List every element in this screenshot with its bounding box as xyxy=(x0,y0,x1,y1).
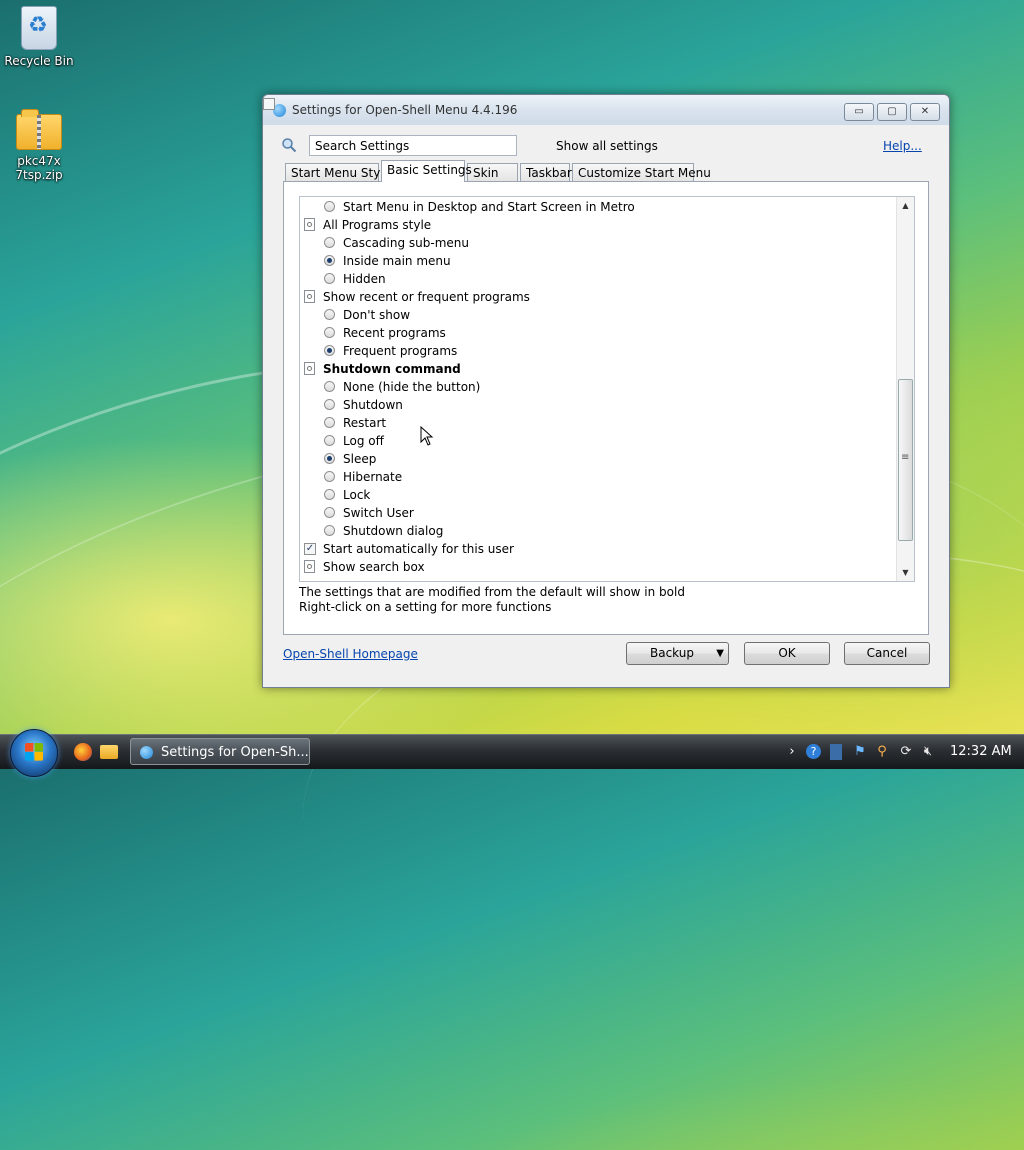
desktop-icon-zip-file[interactable]: pkc47x 7tsp.zip xyxy=(0,109,78,182)
taskbar-clock: 12:32 AM xyxy=(950,744,1012,759)
setting-label: Lock xyxy=(343,488,371,502)
desktop-icon-label: Recycle Bin xyxy=(4,54,74,68)
dropdown-caret-icon: ▼ xyxy=(716,648,724,659)
radio-button[interactable] xyxy=(324,255,335,266)
firefox-icon[interactable] xyxy=(74,743,92,761)
search-icon[interactable]: ⚲ xyxy=(874,744,890,760)
setting-label: Shutdown dialog xyxy=(343,524,444,538)
radio-button[interactable] xyxy=(324,327,335,338)
title-bar[interactable]: Settings for Open-Shell Menu 4.4.196 ▭ ▢… xyxy=(263,95,949,125)
info-text: The settings that are modified from the … xyxy=(299,585,685,615)
taskbar-item-label: Settings for Open-Sh... xyxy=(161,745,309,760)
radio-button[interactable] xyxy=(324,417,335,428)
settings-category-icon xyxy=(304,218,315,231)
scroll-up-arrow-icon[interactable]: ▲ xyxy=(897,197,914,214)
radio-button[interactable] xyxy=(324,525,335,536)
radio-button[interactable] xyxy=(324,489,335,500)
radio-button[interactable] xyxy=(324,309,335,320)
setting-label: Restart xyxy=(343,416,387,430)
mouse-cursor-icon xyxy=(420,426,434,446)
setting-label: None (hide the button) xyxy=(343,380,481,394)
basic-settings-panel: Start Menu in Desktop and Start Screen i… xyxy=(283,181,929,635)
refresh-icon[interactable]: ⟳ xyxy=(898,744,914,760)
info-line-2: Right-click on a setting for more functi… xyxy=(299,600,552,614)
setting-label: Start automatically for this user xyxy=(323,542,514,556)
backup-button-label: Backup xyxy=(650,646,694,660)
taskbar: Settings for Open-Sh... › ? ⚑ ⚲ ⟳ 🔇︎ 12:… xyxy=(0,729,1024,777)
chevron-right-icon[interactable]: › xyxy=(784,744,800,760)
volume-muted-icon[interactable]: 🔇︎ xyxy=(920,744,936,760)
scroll-thumb[interactable] xyxy=(898,379,913,541)
setting-label: Shutdown command xyxy=(323,362,461,376)
setting-label: Show search box xyxy=(323,560,425,574)
network-icon[interactable] xyxy=(830,744,842,760)
start-button[interactable] xyxy=(10,729,58,777)
show-all-settings-checkbox[interactable] xyxy=(263,98,275,110)
settings-list: Start Menu in Desktop and Start Screen i… xyxy=(299,196,915,582)
radio-button[interactable] xyxy=(324,273,335,284)
radio-button[interactable] xyxy=(324,237,335,248)
setting-label: Inside main menu xyxy=(343,254,451,268)
setting-label: Start Menu in Desktop and Start Screen i… xyxy=(343,200,635,214)
scroll-down-arrow-icon[interactable]: ▼ xyxy=(897,564,914,581)
taskbar-item-settings[interactable]: Settings for Open-Sh... xyxy=(130,738,310,765)
folder-icon[interactable] xyxy=(100,745,118,759)
setting-label: Don't show xyxy=(343,308,411,322)
settings-window: Settings for Open-Shell Menu 4.4.196 ▭ ▢… xyxy=(262,94,950,688)
setting-label: Cascading sub-menu xyxy=(343,236,470,250)
setting-label: Show recent or frequent programs xyxy=(323,290,530,304)
settings-category-icon xyxy=(304,290,315,303)
setting-label: Hidden xyxy=(343,272,386,286)
radio-button[interactable] xyxy=(324,507,335,518)
ok-button[interactable]: OK xyxy=(744,642,830,665)
show-all-settings-label: Show all settings xyxy=(556,139,658,153)
settings-category-icon xyxy=(304,560,315,573)
tab-start-menu-style[interactable]: Start Menu Style xyxy=(285,163,391,181)
settings-category-icon xyxy=(304,362,315,375)
setting-label: Log off xyxy=(343,434,384,448)
recycle-bin-icon xyxy=(21,6,57,50)
help-link[interactable]: Help... xyxy=(883,139,922,153)
setting-label: Shutdown xyxy=(343,398,403,412)
setting-label: Hibernate xyxy=(343,470,403,484)
setting-label: Sleep xyxy=(343,452,377,466)
radio-button[interactable] xyxy=(324,399,335,410)
help-icon[interactable]: ? xyxy=(806,744,821,759)
search-input[interactable] xyxy=(309,135,517,156)
desktop-icon-label: pkc47x 7tsp.zip xyxy=(15,154,63,182)
open-shell-icon xyxy=(140,746,153,759)
cancel-button[interactable]: Cancel xyxy=(844,642,930,665)
checkbox[interactable]: ✓ xyxy=(304,543,316,555)
radio-button[interactable] xyxy=(324,201,335,212)
zip-folder-icon xyxy=(16,109,62,150)
maximize-button[interactable]: ▢ xyxy=(877,103,907,121)
radio-button[interactable] xyxy=(324,345,335,356)
window-title: Settings for Open-Shell Menu 4.4.196 xyxy=(292,103,518,117)
setting-label: Switch User xyxy=(343,506,414,520)
close-button[interactable]: ✕ xyxy=(910,103,940,121)
radio-button[interactable] xyxy=(324,381,335,392)
search-icon xyxy=(282,138,297,153)
open-shell-homepage-link[interactable]: Open-Shell Homepage xyxy=(283,647,418,661)
vertical-scrollbar[interactable]: ▲ ▼ xyxy=(896,197,914,581)
tab-customize-start-menu[interactable]: Customize Start Menu xyxy=(572,163,711,181)
radio-button[interactable] xyxy=(324,435,335,446)
tab-basic-settings[interactable]: Basic Settings xyxy=(381,160,472,182)
flag-icon[interactable]: ⚑ xyxy=(852,744,868,760)
minimize-button[interactable]: ▭ xyxy=(844,103,874,121)
desktop-icon-recycle-bin[interactable]: Recycle Bin xyxy=(0,6,78,68)
setting-label: All Programs style xyxy=(323,218,432,232)
backup-button[interactable]: Backup ▼ xyxy=(626,642,729,665)
setting-label: Frequent programs xyxy=(343,344,458,358)
radio-button[interactable] xyxy=(324,453,335,464)
tab-taskbar[interactable]: Taskbar xyxy=(520,163,572,181)
tab-skin[interactable]: Skin xyxy=(467,163,518,181)
setting-label: Recent programs xyxy=(343,326,446,340)
info-line-1: The settings that are modified from the … xyxy=(299,585,685,599)
radio-button[interactable] xyxy=(324,471,335,482)
